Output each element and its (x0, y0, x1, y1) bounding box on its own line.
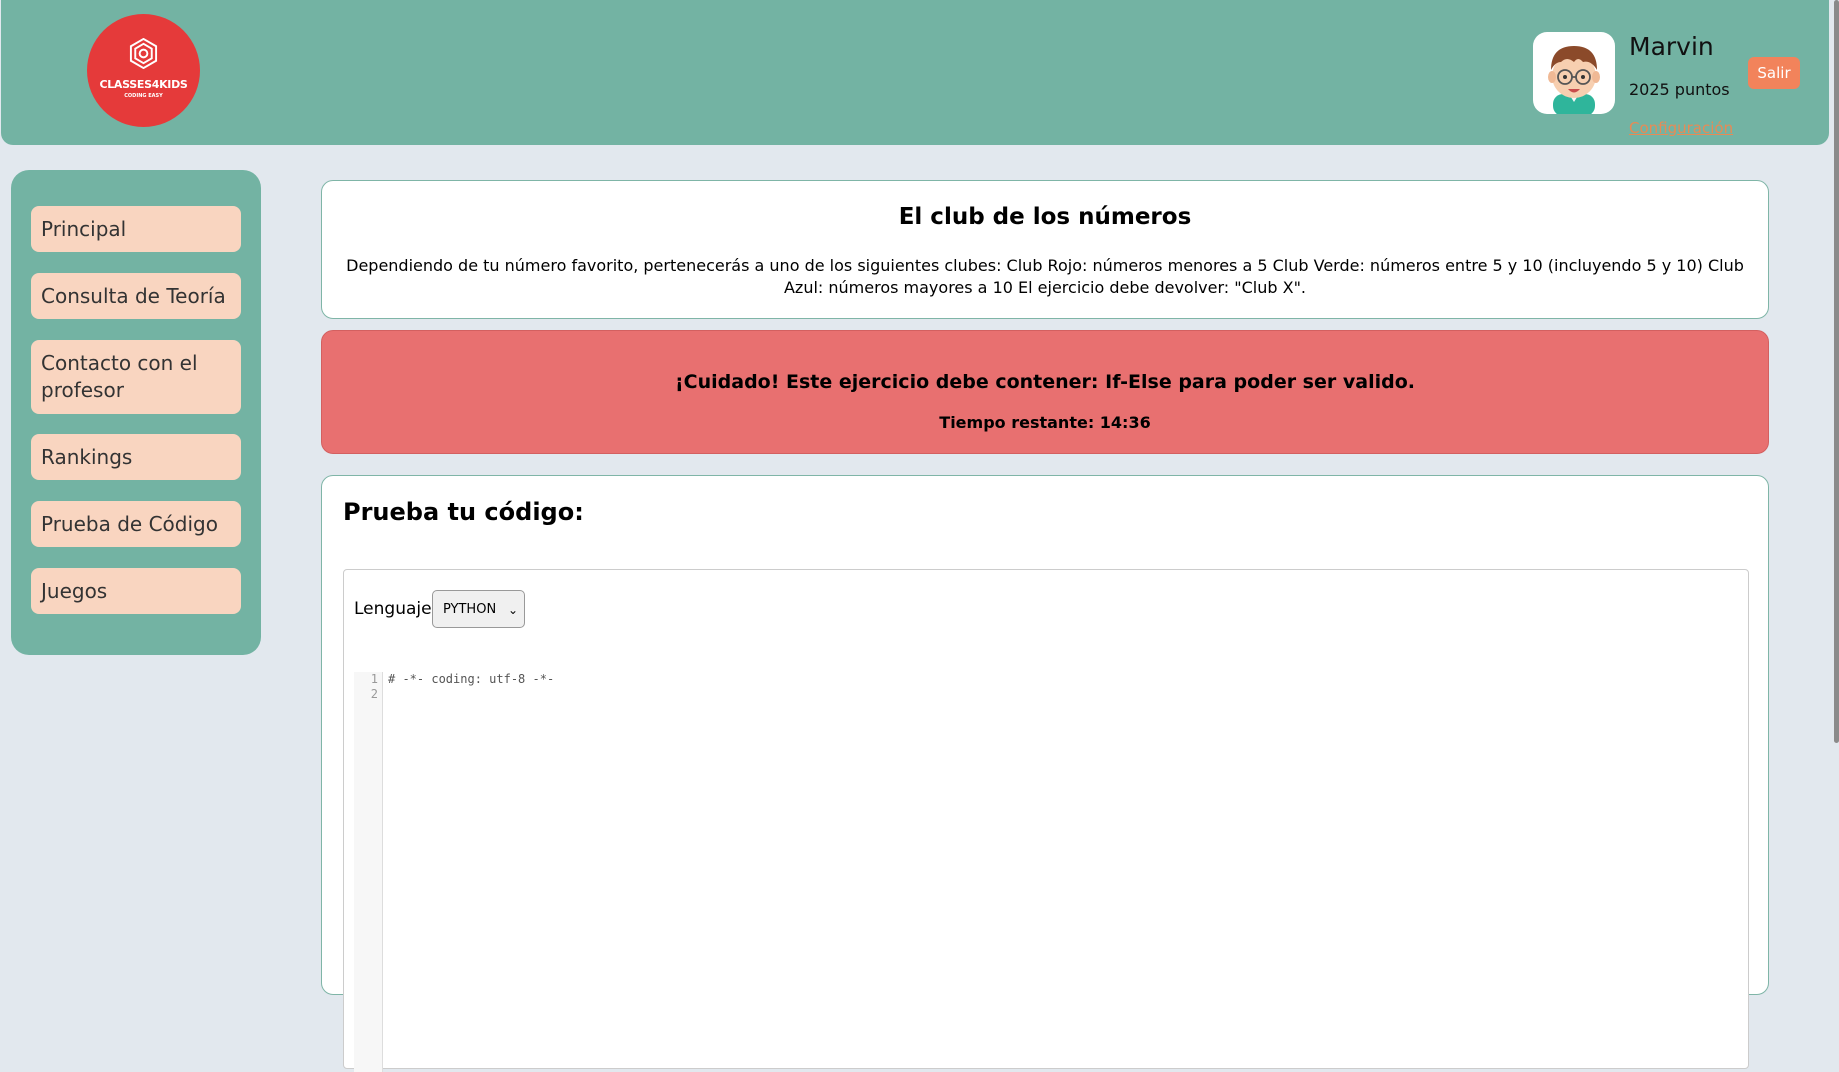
exercise-title: El club de los números (898, 204, 1192, 230)
logo-text: CLASSES4KIDS (99, 78, 188, 91)
language-selected-value: PYTHON (443, 601, 497, 617)
language-label: Lenguaje: (354, 599, 438, 619)
line-number-gutter: 1 2 (354, 672, 383, 1072)
sidebar-item-principal[interactable]: Principal (31, 206, 241, 252)
logo-subtext: CODING EASY (124, 93, 163, 99)
app-logo[interactable]: CLASSES4KIDS CODING EASY (87, 14, 200, 127)
warning-message: ¡Cuidado! Este ejercicio debe contener: … (675, 371, 1415, 393)
user-name: Marvin (1629, 32, 1714, 61)
line-number: 1 (370, 672, 378, 686)
boy-avatar-icon (1548, 46, 1600, 114)
user-avatar[interactable] (1533, 32, 1615, 114)
config-link[interactable]: Configuración (1629, 119, 1733, 137)
chevron-down-icon: ⌄ (507, 603, 518, 617)
editor-container: Lenguaje: PYTHON ⌄ 1 2 # -*- coding: utf… (343, 569, 1749, 1072)
code-content[interactable]: # -*- coding: utf-8 -*- (388, 672, 554, 687)
line-number: 2 (370, 687, 378, 701)
sidebar-item-rankings[interactable]: Rankings (31, 434, 241, 480)
language-select[interactable]: PYTHON ⌄ (432, 590, 525, 628)
code-editor[interactable]: 1 2 # -*- coding: utf-8 -*- (354, 672, 1740, 1072)
sidebar-item-prueba-codigo[interactable]: Prueba de Código (31, 501, 241, 547)
exercise-description: Dependiendo de tu número favorito, perte… (346, 256, 1744, 297)
sidebar-item-consulta-teoria[interactable]: Consulta de Teoría (31, 273, 241, 319)
sidebar: Principal Consulta de Teoría Contacto co… (11, 170, 261, 655)
sidebar-item-contacto-profesor[interactable]: Contacto con el profesor (31, 340, 241, 414)
hexagon-logo-icon (129, 38, 158, 69)
exercise-card: El club de los números Dependiendo de tu… (321, 180, 1769, 319)
user-points: 2025 puntos (1629, 80, 1730, 99)
top-header: CLASSES4KIDS CODING EASY Marvin 2025 pun… (1, 0, 1829, 145)
warning-banner: ¡Cuidado! Este ejercicio debe contener: … (321, 330, 1769, 454)
page-scrollbar[interactable] (1834, 0, 1839, 743)
sidebar-item-juegos[interactable]: Juegos (31, 568, 241, 614)
code-test-title: Prueba tu código: (343, 498, 584, 526)
logout-button[interactable]: Salir (1748, 57, 1800, 89)
time-remaining: Tiempo restante: 14:36 (939, 413, 1151, 432)
code-test-card: Prueba tu código: Lenguaje: PYTHON ⌄ 1 2… (321, 475, 1769, 1072)
